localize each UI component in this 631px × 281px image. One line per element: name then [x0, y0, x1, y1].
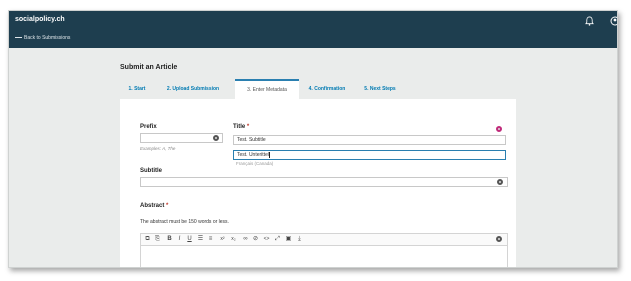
- numbered-list-icon[interactable]: ≡: [207, 236, 214, 243]
- abstract-hint: The abstract must be 150 words or less.: [140, 219, 229, 225]
- tab-start[interactable]: 1. Start: [120, 79, 154, 99]
- submission-step-tabs: 1. Start 2. Upload Submission 3. Enter M…: [120, 79, 520, 99]
- image-icon[interactable]: ▣: [285, 236, 292, 243]
- underline-icon[interactable]: U: [186, 236, 193, 243]
- app-window: socialpolicy.ch Back to Submissions Subm…: [8, 10, 618, 268]
- tab-enter-metadata[interactable]: 3. Enter Metadata: [235, 79, 299, 99]
- language-globe-icon[interactable]: [497, 179, 503, 185]
- subtitle-label: Subtitle: [140, 168, 162, 174]
- top-navigation-bar: socialpolicy.ch Back to Submissions: [9, 11, 618, 48]
- language-globe-icon[interactable]: [213, 135, 219, 141]
- user-account-icon[interactable]: [607, 16, 618, 26]
- title-value: Test. Subtitle: [237, 137, 266, 143]
- paste-icon[interactable]: ⎘: [154, 236, 161, 243]
- metadata-form-panel: Prefix Examples: A, The Title * Test. Su…: [120, 99, 516, 267]
- page-title: Submit an Article: [120, 64, 178, 71]
- prefix-label: Prefix: [140, 124, 157, 130]
- copy-icon[interactable]: ⧉: [144, 236, 151, 243]
- title-label: Title *: [233, 124, 249, 130]
- back-link-label: Back to Submissions: [24, 35, 71, 41]
- fullscreen-icon[interactable]: ⤢: [274, 236, 281, 243]
- upload-icon[interactable]: ⤓: [296, 236, 303, 243]
- title-value: Test. Unterittel: [237, 152, 269, 158]
- bulleted-list-icon[interactable]: ☰: [197, 236, 204, 243]
- site-name[interactable]: socialpolicy.ch: [15, 16, 65, 23]
- prefix-hint: Examples: A, The: [140, 146, 176, 151]
- notifications-bell-icon[interactable]: [585, 16, 594, 26]
- back-arrow-icon: [15, 37, 22, 39]
- tab-upload-submission[interactable]: 2. Upload Submission: [158, 79, 228, 99]
- abstract-label-text: Abstract: [140, 203, 165, 209]
- prefix-input[interactable]: [140, 133, 223, 143]
- title-label-text: Title: [233, 124, 246, 130]
- bold-icon[interactable]: B: [166, 236, 173, 243]
- abstract-editor[interactable]: [140, 245, 508, 267]
- code-icon[interactable]: <>: [263, 236, 270, 243]
- tab-confirmation[interactable]: 4. Confirmation: [302, 79, 352, 99]
- title-input-secondary-language[interactable]: Test. Unterittel: [233, 150, 506, 160]
- subscript-icon[interactable]: x₂: [230, 236, 237, 243]
- required-marker: *: [166, 203, 169, 209]
- back-to-submissions-link[interactable]: Back to Submissions: [15, 35, 70, 41]
- subtitle-input[interactable]: [140, 177, 508, 187]
- superscript-icon[interactable]: x²: [219, 236, 226, 243]
- unlink-icon[interactable]: ⊘: [252, 236, 259, 243]
- language-label: Français (Canada): [236, 161, 274, 166]
- tab-next-steps[interactable]: 5. Next Steps: [358, 79, 402, 99]
- required-marker: *: [246, 124, 250, 130]
- abstract-label: Abstract *: [140, 203, 168, 209]
- title-input-primary-language[interactable]: Test. Subtitle: [233, 135, 506, 145]
- rich-text-editor-toolbar: ⧉ ⎘ B I U ☰ ≡ x² x₂ ∞ ⊘ <> ⤢ ▣ ⤓: [140, 233, 508, 245]
- language-globe-icon[interactable]: [496, 236, 502, 242]
- italic-icon[interactable]: I: [176, 236, 183, 243]
- language-globe-icon[interactable]: [496, 126, 502, 132]
- link-icon[interactable]: ∞: [242, 236, 249, 243]
- text-cursor: [268, 151, 270, 158]
